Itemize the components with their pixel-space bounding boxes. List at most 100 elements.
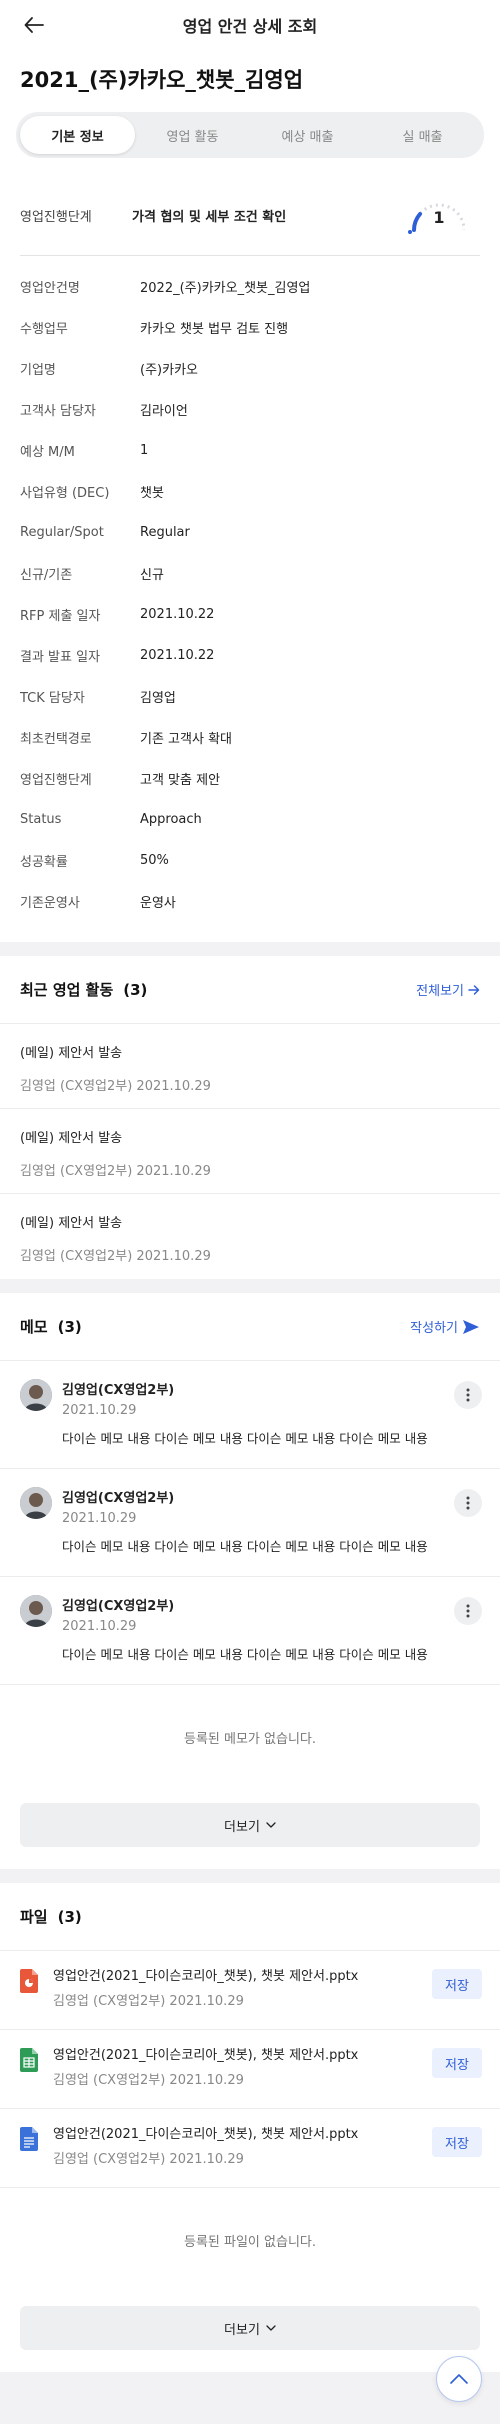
avatar	[20, 1487, 52, 1519]
info-row: RFP 제출 일자 2021.10.22	[20, 594, 480, 635]
info-row: 기업명 (주)카카오	[20, 348, 480, 389]
file-info: 영업안건(2021_다이슨코리아_챗봇), 챗봇 제안서.pptx 김영업 (C…	[53, 2123, 358, 2187]
info-value: 2022_(주)카카오_챗봇_김영업	[140, 281, 311, 296]
info-label: 예상 M/M	[20, 445, 75, 460]
save-file-button[interactable]: 저장	[432, 2127, 482, 2157]
info-value: 김라이언	[140, 404, 188, 419]
info-list: 영업안건명 2022_(주)카카오_챗봇_김영업 수행업무 카카오 챗봇 법무 검토…	[20, 256, 480, 922]
activity-item-title: (메일) 제안서 발송	[20, 1131, 123, 1146]
info-value: 카카오 챗봇 법무 검토 진행	[140, 322, 289, 337]
tabs-wrapper: 기본 정보 영업 활동 예상 매출 실 매출	[0, 112, 500, 176]
info-row: 예상 M/M 1	[20, 430, 480, 471]
section-divider	[0, 942, 500, 956]
title-block: 2021_(주)카카오_챗봇_김영업	[0, 50, 500, 112]
info-label: 사업유형 (DEC)	[20, 486, 110, 501]
info-row: 결과 발표 일자 2021.10.22	[20, 635, 480, 676]
info-value: 50%	[140, 853, 169, 868]
file-name: 영업안건(2021_다이슨코리아_챗봇), 챗봇 제안서.pptx	[53, 2127, 359, 2142]
memo-text: 다이슨 메모 내용 다이슨 메모 내용 다이슨 메모 내용 다이슨 메모 내용	[62, 1647, 428, 1662]
save-file-button[interactable]: 저장	[432, 1969, 482, 1999]
memo-item: 김영업(CX영업2부) 2021.10.29 다이슨 메모 내용 다이슨 메모 …	[0, 1469, 500, 1577]
info-value: 신규	[140, 568, 164, 583]
memo-load-more-label: 더보기	[224, 1819, 260, 1835]
gauge-number: 1	[433, 208, 445, 227]
memo-item: 김영업(CX영업2부) 2021.10.29 다이슨 메모 내용 다이슨 메모 …	[0, 1361, 500, 1469]
info-label: 기존운영사	[20, 896, 80, 911]
info-label: TCK 담당자	[20, 691, 85, 706]
memo-empty-message: 등록된 메모가 없습니다.	[184, 1731, 316, 1747]
info-value: (주)카카오	[140, 363, 198, 378]
memo-section: 메모 (3) 작성하기 김영업(CX영업2부) 2021.10.29 다이슨 메모…	[0, 1293, 500, 1869]
files-title: 파일 (3)	[20, 1906, 82, 1927]
section-divider	[0, 1869, 500, 1883]
tab-actual-revenue[interactable]: 실 매출	[365, 116, 480, 154]
files-load-more-label: 더보기	[224, 2322, 260, 2338]
file-name: 영업안건(2021_다이슨코리아_챗봇), 챗봇 제안서.pptx	[53, 2048, 359, 2063]
info-label: RFP 제출 일자	[20, 609, 101, 624]
file-info: 영업안건(2021_다이슨코리아_챗봇), 챗봇 제안서.pptx 김영업 (C…	[53, 2044, 358, 2108]
files-title-text: 파일	[20, 1908, 48, 1926]
person-avatar-icon	[20, 1379, 52, 1411]
scroll-to-top-button[interactable]	[436, 2356, 482, 2402]
tab-sales-activity[interactable]: 영업 활동	[135, 116, 250, 154]
activity-header: 최근 영업 활동 (3) 전체보기	[0, 956, 500, 1024]
file-name: 영업안건(2021_다이슨코리아_챗봇), 챗봇 제안서.pptx	[53, 1969, 359, 1984]
back-button[interactable]	[18, 10, 50, 40]
save-file-button[interactable]: 저장	[432, 2048, 482, 2078]
memo-more-button[interactable]	[454, 1489, 482, 1517]
info-value: 2021.10.22	[140, 607, 215, 622]
memo-item: 김영업(CX영업2부) 2021.10.29 다이슨 메모 내용 다이슨 메모 …	[0, 1577, 500, 1685]
tab-basic-info[interactable]: 기본 정보	[20, 116, 135, 154]
write-memo-link[interactable]: 작성하기	[410, 1317, 480, 1336]
info-label: 영업안건명	[20, 281, 80, 296]
memo-date: 2021.10.29	[62, 1511, 137, 1526]
activity-item-title: (메일) 제안서 발송	[20, 1216, 123, 1231]
basic-info-section: 영업진행단계 가격 협의 및 세부 조건 확인 1 영업안건명 2022_(주)카…	[0, 176, 500, 942]
stage-label: 영업진행단계	[20, 210, 92, 225]
section-divider	[0, 1279, 500, 1293]
info-row: TCK 담당자 김영업	[20, 676, 480, 717]
info-value: 고객 맞춤 제안	[140, 773, 221, 788]
activity-item[interactable]: (메일) 제안서 발송 김영업 (CX영업2부) 2021.10.29	[0, 1109, 500, 1194]
memo-author-row: 김영업(CX영업2부) 2021.10.29	[20, 1487, 480, 1526]
info-row: 고객사 담당자 김라이언	[20, 389, 480, 430]
arrow-left-icon	[24, 17, 44, 33]
memo-info: 김영업(CX영업2부) 2021.10.29	[62, 1379, 174, 1418]
info-row: 영업안건명 2022_(주)카카오_챗봇_김영업	[20, 266, 480, 307]
info-value: 2021.10.22	[140, 648, 215, 663]
memo-author-row: 김영업(CX영업2부) 2021.10.29	[20, 1595, 480, 1634]
chevron-down-icon	[266, 1822, 276, 1828]
info-label: 수행업무	[20, 322, 68, 337]
info-label: 영업진행단계	[20, 773, 92, 788]
file-meta: 김영업 (CX영업2부) 2021.10.29	[53, 1994, 244, 2009]
info-label: 기업명	[20, 363, 56, 378]
info-row: 성공확률 50%	[20, 840, 480, 881]
memo-more-button[interactable]	[454, 1597, 482, 1625]
memo-more-button[interactable]	[454, 1381, 482, 1409]
file-meta: 김영업 (CX영업2부) 2021.10.29	[53, 2073, 244, 2088]
info-value: Approach	[140, 812, 202, 827]
tab-expected-revenue[interactable]: 예상 매출	[250, 116, 365, 154]
info-label: 고객사 담당자	[20, 404, 96, 419]
info-value: 기존 고객사 확대	[140, 732, 232, 747]
view-all-link[interactable]: 전체보기	[416, 980, 480, 999]
info-label: Regular/Spot	[20, 525, 104, 540]
file-item: 영업안건(2021_다이슨코리아_챗봇), 챗봇 제안서.pptx 김영업 (C…	[0, 2109, 500, 2188]
info-value: 김영업	[140, 691, 176, 706]
activity-item-meta: 김영업 (CX영업2부) 2021.10.29	[20, 1164, 211, 1179]
memo-load-more-button[interactable]: 더보기	[20, 1803, 480, 1847]
files-empty-message: 등록된 파일이 없습니다.	[184, 2234, 316, 2250]
activity-item-meta: 김영업 (CX영업2부) 2021.10.29	[20, 1079, 211, 1094]
send-icon	[463, 1319, 479, 1334]
arrow-right-icon	[468, 984, 480, 995]
files-header: 파일 (3)	[0, 1883, 500, 1951]
memo-title: 메모 (3)	[20, 1316, 82, 1337]
activity-title-text: 최근 영업 활동	[20, 981, 114, 999]
activity-item[interactable]: (메일) 제안서 발송 김영업 (CX영업2부) 2021.10.29	[0, 1194, 500, 1279]
activity-item[interactable]: (메일) 제안서 발송 김영업 (CX영업2부) 2021.10.29	[0, 1024, 500, 1109]
top-app-bar: 영업 안건 상세 조회	[0, 0, 500, 50]
memo-title-text: 메모	[20, 1318, 48, 1336]
files-load-more-button[interactable]: 더보기	[20, 2306, 480, 2350]
info-label: Status	[20, 812, 62, 827]
memo-author-row: 김영업(CX영업2부) 2021.10.29	[20, 1379, 480, 1418]
